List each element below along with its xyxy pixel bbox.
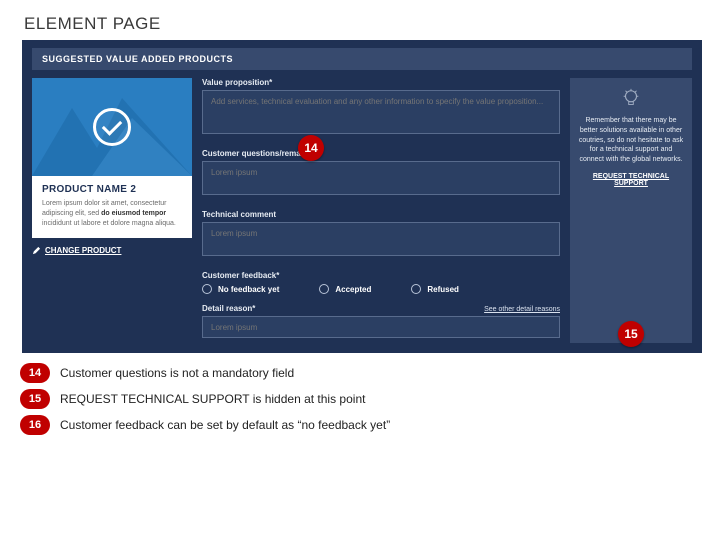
customer-feedback-label: Customer feedback* xyxy=(202,271,560,280)
check-icon xyxy=(93,108,131,146)
product-name: PRODUCT NAME 2 xyxy=(42,184,182,195)
request-technical-support-link[interactable]: REQUEST TECHNICAL SUPPORT xyxy=(578,173,684,187)
pencil-icon xyxy=(32,246,41,255)
sidebar-text: Remember that there may be better soluti… xyxy=(578,116,684,165)
note-badge: 14 xyxy=(20,363,50,383)
customer-questions-input[interactable] xyxy=(202,161,560,195)
radio-icon xyxy=(319,284,329,294)
annotation-notes: 14 Customer questions is not a mandatory… xyxy=(20,363,720,435)
see-other-reasons-link[interactable]: See other detail reasons xyxy=(484,306,560,313)
note-text: Customer questions is not a mandatory fi… xyxy=(60,366,294,380)
feedback-option-refused[interactable]: Refused xyxy=(411,284,459,294)
feedback-option-accepted[interactable]: Accepted xyxy=(319,284,371,294)
feedback-radio-group: No feedback yet Accepted Refused xyxy=(202,284,560,294)
radio-icon xyxy=(411,284,421,294)
note-badge: 15 xyxy=(20,389,50,409)
product-description: Lorem ipsum dolor sit amet, consectetur … xyxy=(42,199,182,228)
product-card: PRODUCT NAME 2 Lorem ipsum dolor sit ame… xyxy=(32,78,192,343)
product-image xyxy=(32,78,192,176)
callout-15: 15 xyxy=(618,321,644,347)
note-badge: 16 xyxy=(20,415,50,435)
feedback-option-none[interactable]: No feedback yet xyxy=(202,284,279,294)
sidebar-tip: Remember that there may be better soluti… xyxy=(570,78,692,343)
lightbulb-icon xyxy=(620,88,642,110)
detail-reason-label: Detail reason* xyxy=(202,304,255,313)
note-row: 14 Customer questions is not a mandatory… xyxy=(20,363,720,383)
radio-icon xyxy=(202,284,212,294)
technical-comment-label: Technical comment xyxy=(202,210,560,219)
note-row: 16 Customer feedback can be set by defau… xyxy=(20,415,720,435)
customer-questions-label: Customer questions/remarks* xyxy=(202,149,560,158)
value-proposition-label: Value proposition* xyxy=(202,78,560,87)
form-column: Value proposition* Customer questions/re… xyxy=(202,78,560,343)
app-panel: SUGGESTED VALUE ADDED PRODUCTS PRODUCT N… xyxy=(22,40,702,353)
detail-reason-input[interactable] xyxy=(202,316,560,338)
page-title: ELEMENT PAGE xyxy=(0,0,720,40)
note-row: 15 REQUEST TECHNICAL SUPPORT is hidden a… xyxy=(20,389,720,409)
note-text: REQUEST TECHNICAL SUPPORT is hidden at t… xyxy=(60,392,365,406)
value-proposition-input[interactable] xyxy=(202,90,560,134)
section-header: SUGGESTED VALUE ADDED PRODUCTS xyxy=(32,48,692,70)
callout-14: 14 xyxy=(298,135,324,161)
technical-comment-input[interactable] xyxy=(202,222,560,256)
change-product-link[interactable]: CHANGE PRODUCT xyxy=(32,246,192,255)
note-text: Customer feedback can be set by default … xyxy=(60,418,390,432)
